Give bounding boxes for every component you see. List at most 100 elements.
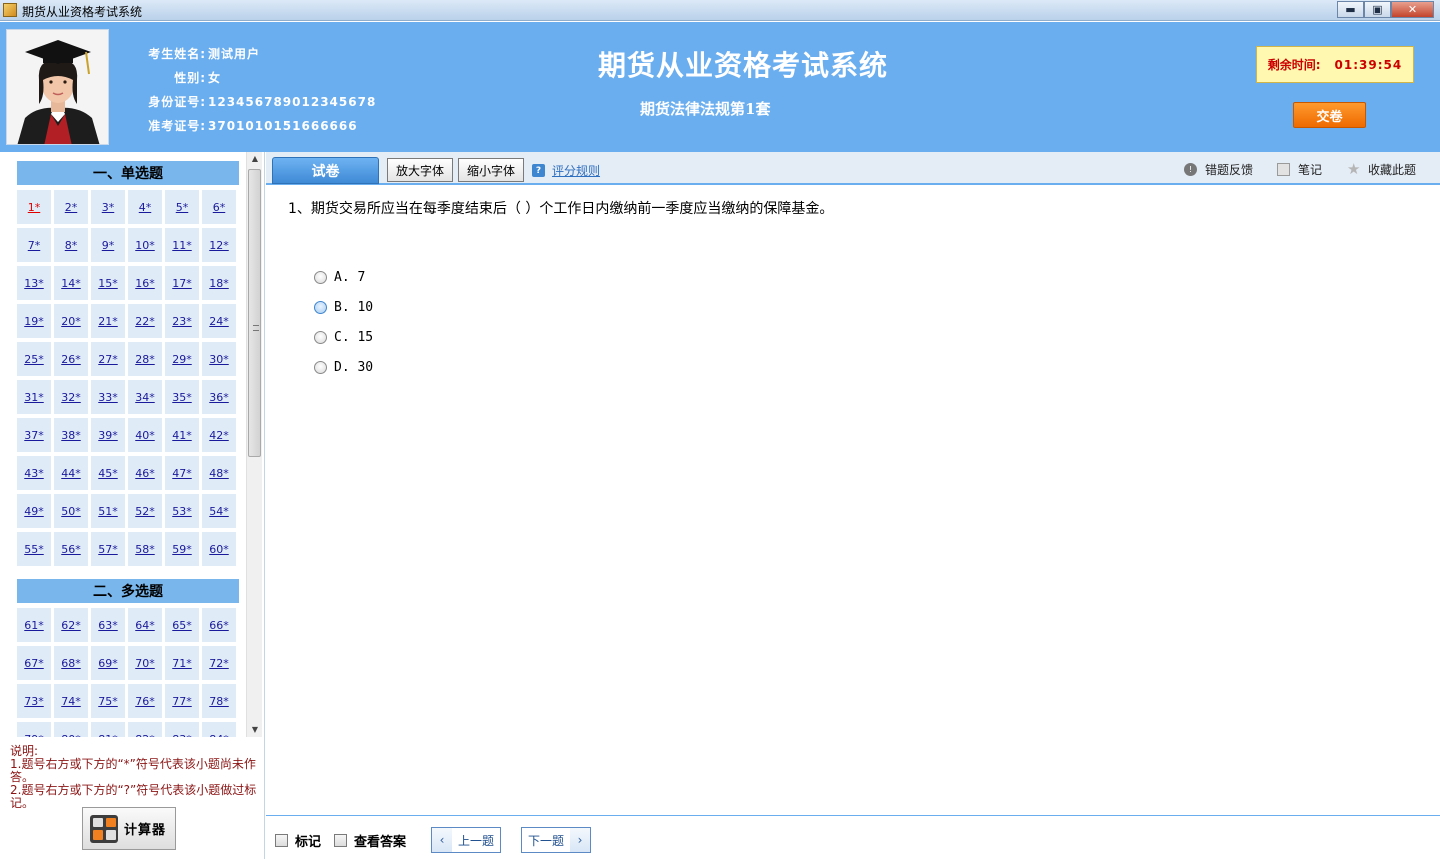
scoring-rules-link[interactable]: 评分规则 — [552, 162, 600, 179]
question-number-cell[interactable]: 73* — [17, 684, 51, 718]
question-number-cell[interactable]: 70* — [128, 646, 162, 680]
question-number-cell[interactable]: 23* — [165, 304, 199, 338]
zoom-in-button[interactable]: 放大字体 — [387, 158, 453, 182]
question-number-cell[interactable]: 22* — [128, 304, 162, 338]
question-number-cell[interactable]: 31* — [17, 380, 51, 414]
arrow-up-icon[interactable]: ▲ — [247, 152, 263, 166]
question-number-cell[interactable]: 10* — [128, 228, 162, 262]
question-number-cell[interactable]: 56* — [54, 532, 88, 566]
next-question-button[interactable]: 下一题 › — [521, 827, 592, 853]
question-number-cell[interactable]: 40* — [128, 418, 162, 452]
question-number-cell[interactable]: 33* — [91, 380, 125, 414]
question-number-cell[interactable]: 75* — [91, 684, 125, 718]
question-number-cell[interactable]: 17* — [165, 266, 199, 300]
question-number-cell[interactable]: 80* — [54, 722, 88, 737]
view-answer-checkbox-box[interactable] — [334, 834, 347, 847]
question-number-cell[interactable]: 57* — [91, 532, 125, 566]
minimize-icon[interactable]: ▬ — [1337, 1, 1364, 18]
question-number-cell[interactable]: 37* — [17, 418, 51, 452]
question-number-cell[interactable]: 11* — [165, 228, 199, 262]
question-number-cell[interactable]: 8* — [54, 228, 88, 262]
question-number-cell[interactable]: 69* — [91, 646, 125, 680]
question-number-cell[interactable]: 9* — [91, 228, 125, 262]
tab-paper[interactable]: 试卷 — [272, 157, 379, 184]
question-number-cell[interactable]: 39* — [91, 418, 125, 452]
mark-checkbox-box[interactable] — [275, 834, 288, 847]
question-number-cell[interactable]: 47* — [165, 456, 199, 490]
question-number-cell[interactable]: 5* — [165, 190, 199, 224]
question-number-cell[interactable]: 44* — [54, 456, 88, 490]
question-number-cell[interactable]: 71* — [165, 646, 199, 680]
question-number-cell[interactable]: 51* — [91, 494, 125, 528]
option-d-radio[interactable] — [314, 360, 327, 374]
question-number-cell[interactable]: 66* — [202, 608, 236, 642]
question-list[interactable]: 一、单选题 1* 2* 3* 4* 5* 6* 7* 8* 9* 10* 11* 12* 13* 14* 1… — [0, 152, 246, 737]
question-number-cell[interactable]: 30* — [202, 342, 236, 376]
question-number-cell[interactable]: 20* — [54, 304, 88, 338]
question-number-cell[interactable]: 42* — [202, 418, 236, 452]
question-number-cell[interactable]: 83* — [165, 722, 199, 737]
question-number-cell[interactable]: 84* — [202, 722, 236, 737]
question-number-cell[interactable]: 48* — [202, 456, 236, 490]
question-number-cell[interactable]: 65* — [165, 608, 199, 642]
question-number-cell[interactable]: 46* — [128, 456, 162, 490]
question-number-cell[interactable]: 60* — [202, 532, 236, 566]
question-number-cell[interactable]: 25* — [17, 342, 51, 376]
question-number-cell[interactable]: 4* — [128, 190, 162, 224]
question-number-cell[interactable]: 77* — [165, 684, 199, 718]
note-button[interactable]: 笔记 — [1277, 161, 1322, 178]
question-number-cell[interactable]: 35* — [165, 380, 199, 414]
question-number-cell[interactable]: 13* — [17, 266, 51, 300]
question-number-cell[interactable]: 3* — [91, 190, 125, 224]
question-number-cell[interactable]: 45* — [91, 456, 125, 490]
question-number-cell[interactable]: 19* — [17, 304, 51, 338]
question-number-cell[interactable]: 12* — [202, 228, 236, 262]
option-d[interactable]: D. 30 — [314, 352, 373, 382]
option-b[interactable]: B. 10 — [314, 292, 373, 322]
question-number-cell[interactable]: 76* — [128, 684, 162, 718]
question-number-cell[interactable]: 81* — [91, 722, 125, 737]
question-number-cell[interactable]: 28* — [128, 342, 162, 376]
view-answer-checkbox[interactable]: 查看答案 — [334, 831, 406, 850]
option-a[interactable]: A. 7 — [314, 262, 373, 292]
question-number-cell[interactable]: 49* — [17, 494, 51, 528]
scrollbar-thumb[interactable] — [248, 169, 261, 457]
question-number-cell[interactable]: 58* — [128, 532, 162, 566]
question-number-cell[interactable]: 2* — [54, 190, 88, 224]
question-number-cell[interactable]: 41* — [165, 418, 199, 452]
question-number-cell[interactable]: 74* — [54, 684, 88, 718]
option-b-radio[interactable] — [314, 300, 327, 314]
question-number-cell[interactable]: 50* — [54, 494, 88, 528]
maximize-icon[interactable]: ▣ — [1364, 1, 1391, 18]
question-number-cell[interactable]: 14* — [54, 266, 88, 300]
question-number-cell[interactable]: 67* — [17, 646, 51, 680]
zoom-out-button[interactable]: 缩小字体 — [458, 158, 524, 182]
question-number-cell[interactable]: 61* — [17, 608, 51, 642]
question-number-cell[interactable]: 6* — [202, 190, 236, 224]
arrow-down-icon[interactable]: ▼ — [247, 723, 263, 737]
option-c[interactable]: C. 15 — [314, 322, 373, 352]
submit-button[interactable]: 交卷 — [1293, 102, 1366, 128]
question-number-cell[interactable]: 72* — [202, 646, 236, 680]
question-number-cell[interactable]: 79* — [17, 722, 51, 737]
question-number-cell[interactable]: 82* — [128, 722, 162, 737]
prev-question-button[interactable]: ‹ 上一题 — [431, 827, 502, 853]
question-number-cell[interactable]: 64* — [128, 608, 162, 642]
question-number-cell[interactable]: 26* — [54, 342, 88, 376]
question-number-cell[interactable]: 27* — [91, 342, 125, 376]
question-number-cell[interactable]: 1* — [17, 190, 51, 224]
question-number-cell[interactable]: 59* — [165, 532, 199, 566]
question-number-cell[interactable]: 68* — [54, 646, 88, 680]
question-number-cell[interactable]: 55* — [17, 532, 51, 566]
mark-checkbox[interactable]: 标记 — [275, 831, 321, 850]
favorite-button[interactable]: ★ 收藏此题 — [1347, 161, 1416, 178]
question-number-cell[interactable]: 24* — [202, 304, 236, 338]
option-a-radio[interactable] — [314, 270, 327, 284]
question-number-cell[interactable]: 54* — [202, 494, 236, 528]
question-number-cell[interactable]: 18* — [202, 266, 236, 300]
question-number-cell[interactable]: 78* — [202, 684, 236, 718]
close-icon[interactable]: ✕ — [1391, 1, 1434, 18]
question-number-cell[interactable]: 15* — [91, 266, 125, 300]
question-number-cell[interactable]: 52* — [128, 494, 162, 528]
question-number-cell[interactable]: 21* — [91, 304, 125, 338]
